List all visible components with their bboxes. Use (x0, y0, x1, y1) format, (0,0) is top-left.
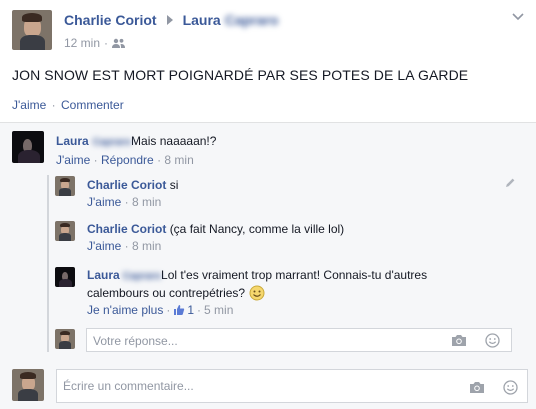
meta-separator: · (104, 36, 109, 50)
action-separator: · (124, 239, 129, 253)
comment-input[interactable]: Écrire un commentaire... (56, 369, 528, 403)
comment-text: Mais naaaaan!? (131, 134, 217, 148)
action-separator: · (51, 98, 56, 112)
action-separator: · (157, 153, 162, 167)
author-avatar[interactable] (12, 10, 52, 50)
comment-input-placeholder: Écrire un commentaire... (63, 379, 194, 393)
action-separator: · (197, 303, 202, 317)
post-recipient-name[interactable]: Laura (183, 12, 221, 28)
camera-icon[interactable] (469, 381, 485, 394)
reply-text: (ça fait Nancy, comme la ville lol) (169, 222, 345, 236)
reply-like-button[interactable]: J'aime (87, 239, 121, 253)
like-count[interactable]: 1 (187, 302, 194, 318)
smiley-icon[interactable] (485, 333, 500, 348)
comment-author-name[interactable]: Laura (56, 134, 89, 148)
reply-input-placeholder: Votre réponse... (93, 334, 178, 348)
post-time[interactable]: 12 min (64, 36, 100, 50)
post-like-button[interactable]: J'aime (12, 98, 46, 112)
comment-time[interactable]: 8 min (164, 153, 193, 167)
commenter-avatar[interactable] (12, 131, 44, 163)
reply-author-surname-blurred: Capraro (122, 271, 162, 282)
post-body-text: JON SNOW EST MORT POIGNARDÉ PAR SES POTE… (12, 67, 469, 83)
pencil-icon[interactable] (505, 177, 516, 188)
chevron-down-icon[interactable] (512, 10, 524, 22)
reply-avatar[interactable] (55, 221, 75, 241)
thumbs-up-icon[interactable] (173, 304, 185, 316)
reply-text: si (169, 178, 179, 192)
reply-avatar[interactable] (55, 176, 75, 196)
action-separator: · (93, 153, 98, 167)
comment: Laura CapraroMais naaaaan!? J'aime · Répo… (56, 133, 216, 168)
reply: Charlie Coriot (ça fait Nancy, comme la … (87, 221, 344, 254)
comments-section: Laura CapraroMais naaaaan!? J'aime · Répo… (0, 122, 536, 409)
camera-icon[interactable] (451, 334, 467, 347)
reply-author-name[interactable]: Charlie Coriot (87, 178, 166, 192)
action-separator: · (124, 195, 129, 209)
post-author-name[interactable]: Charlie Coriot (64, 12, 157, 28)
arrow-right-icon (166, 15, 173, 25)
reply-text-continued: calembours ou contrepétries? (87, 286, 246, 300)
reply-input[interactable]: Votre réponse... (86, 328, 512, 352)
post-actions: J'aime · Commenter (12, 98, 124, 112)
post-header: Charlie Coriot Laura Capraro 12 min · (0, 0, 536, 62)
comment-reply-button[interactable]: Répondre (101, 153, 154, 167)
reply: Charlie Coriot si J'aime · 8 min (87, 177, 178, 210)
post-comment-button[interactable]: Commenter (61, 98, 124, 112)
comment-author-surname-blurred: Capraro (92, 137, 132, 148)
comment-like-button[interactable]: J'aime (56, 153, 90, 167)
reply-unlike-button[interactable]: Je n'aime plus (87, 302, 163, 318)
post-recipient-surname-blurred: Capraro (224, 12, 279, 28)
friends-icon[interactable] (112, 38, 126, 48)
smiley-icon (249, 285, 265, 301)
reply-like-button[interactable]: J'aime (87, 195, 121, 209)
reply-time[interactable]: 5 min (204, 302, 233, 318)
post-author-line: Charlie Coriot Laura Capraro (64, 12, 278, 28)
smiley-icon[interactable] (503, 380, 518, 395)
reply: Laura CapraroLol t'es vraiment trop marra… (87, 267, 427, 318)
comment-input-avatar (12, 369, 44, 401)
reply-input-avatar (55, 329, 75, 349)
reply-avatar[interactable] (55, 267, 75, 287)
reply-thread-line (47, 175, 49, 352)
reply-time[interactable]: 8 min (132, 195, 161, 209)
post-meta: 12 min · (64, 36, 126, 50)
reply-author-name[interactable]: Charlie Coriot (87, 222, 166, 236)
action-separator: · (166, 303, 171, 317)
reply-author-name[interactable]: Laura (87, 268, 120, 282)
reply-time[interactable]: 8 min (132, 239, 161, 253)
reply-text: Lol t'es vraiment trop marrant! Connais-… (161, 268, 428, 282)
